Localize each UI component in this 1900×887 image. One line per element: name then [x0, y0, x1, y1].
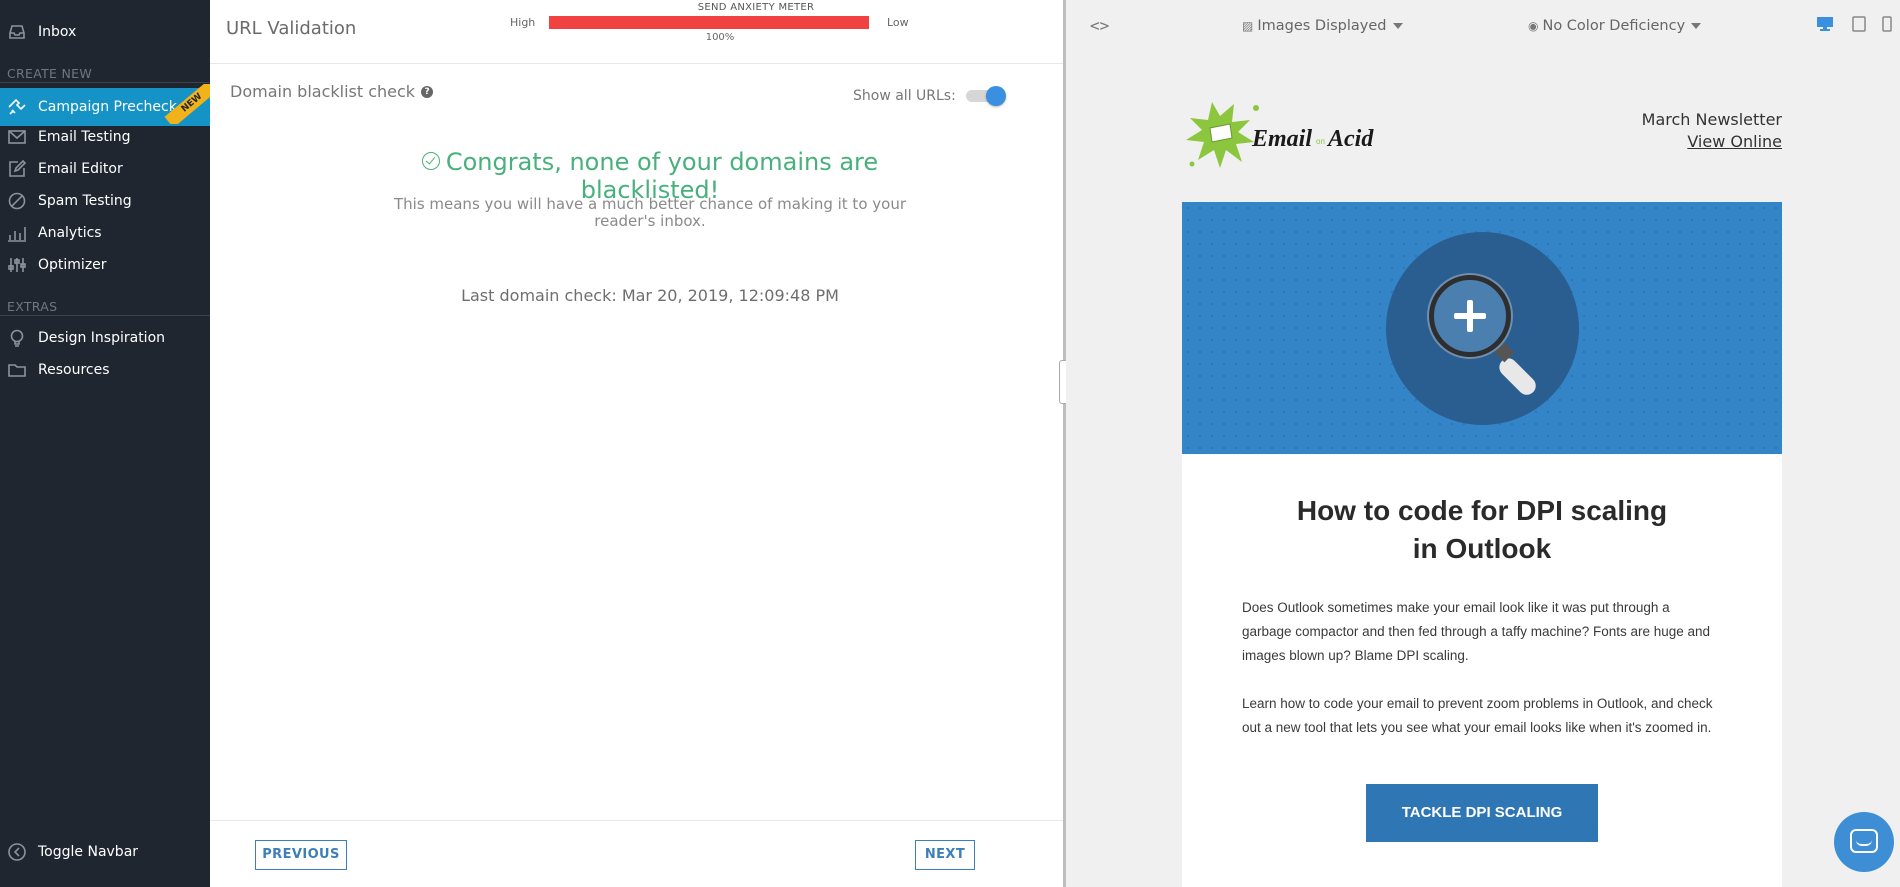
tablet-view-icon[interactable]: [1850, 16, 1868, 32]
svg-text:Acid: Acid: [1326, 126, 1374, 152]
email-body: Email on Acid March Newsletter View Onli…: [1182, 64, 1782, 887]
section-label-create: CREATE NEW: [7, 66, 93, 81]
code-view-icon[interactable]: <>: [1090, 16, 1109, 35]
sidebar-item-label: Design Inspiration: [38, 330, 166, 346]
last-domain-check: Last domain check: Mar 20, 2019, 12:09:4…: [461, 286, 839, 305]
sidebar-item-design-inspiration[interactable]: Design Inspiration: [0, 322, 210, 354]
domain-blacklist-check-title: Domain blacklist check ?: [230, 82, 434, 101]
newsletter-title: March Newsletter: [1641, 110, 1782, 129]
email-paragraph: Does Outlook sometimes make your email l…: [1242, 600, 1711, 663]
meter-low-label: Low: [887, 16, 909, 29]
desktop-view-icon[interactable]: [1816, 16, 1834, 32]
section-divider: [0, 315, 210, 316]
sidebar-item-label: Analytics: [38, 225, 102, 241]
magnifier-handle: [1495, 354, 1540, 399]
precheck-icon: [6, 97, 28, 117]
sliders-icon: [6, 255, 28, 275]
show-all-urls-label: Show all URLs:: [853, 88, 956, 104]
toggle-knob: [986, 86, 1006, 106]
sidebar-item-resources[interactable]: Resources: [0, 354, 210, 386]
help-icon[interactable]: ?: [421, 85, 434, 98]
eye-icon: ◉: [1528, 19, 1539, 33]
preview-toolbar: <> ▨ Images Displayed ◉ No Color Deficie…: [1066, 0, 1900, 54]
sidebar-item-label: Toggle Navbar: [38, 844, 139, 860]
mobile-view-icon[interactable]: [1878, 16, 1896, 32]
next-button[interactable]: NEXT: [915, 840, 975, 870]
panel-header: URL Validation SEND ANXIETY METER High L…: [210, 0, 1063, 64]
meter-percent: 100%: [705, 32, 735, 43]
sidebar: Inbox CREATE NEW Campaign Precheck NEW E…: [0, 0, 210, 887]
email-preview-panel: <> ▨ Images Displayed ◉ No Color Deficie…: [1066, 0, 1900, 887]
images-displayed-dropdown[interactable]: ▨ Images Displayed: [1242, 18, 1403, 34]
sidebar-item-label: Optimizer: [38, 257, 107, 273]
chat-launcher-icon[interactable]: [1834, 812, 1894, 872]
view-online-link[interactable]: View Online: [1687, 132, 1782, 151]
sidebar-item-label: Resources: [38, 362, 110, 378]
previous-button[interactable]: PREVIOUS: [255, 840, 347, 870]
image-icon: ▨: [1242, 19, 1254, 33]
folder-icon: [6, 360, 28, 380]
new-badge: NEW: [158, 84, 210, 124]
svg-text:on: on: [1316, 137, 1325, 146]
color-deficiency-dropdown[interactable]: ◉ No Color Deficiency: [1528, 18, 1702, 34]
sidebar-item-email-testing[interactable]: Email Testing: [0, 121, 210, 153]
tackle-dpi-scaling-button[interactable]: TACKLE DPI SCALING: [1366, 784, 1598, 842]
email-on-acid-logo: Email on Acid: [1182, 84, 1382, 184]
sidebar-item-optimizer[interactable]: Optimizer: [0, 249, 210, 281]
magnifier-zoom-icon: [1429, 275, 1511, 357]
meter-high-label: High: [510, 16, 536, 29]
send-anxiety-meter-bar: [549, 16, 869, 29]
hero-circle: [1386, 232, 1579, 425]
color-dropdown-value: No Color Deficiency: [1542, 18, 1686, 34]
email-headline: How to code for DPI scaling in Outlook: [1296, 495, 1668, 564]
section-label-extras: EXTRAS: [7, 299, 58, 314]
app-root: Inbox CREATE NEW Campaign Precheck NEW E…: [0, 0, 1900, 887]
sidebar-item-label: Campaign Precheck: [38, 99, 177, 115]
lightbulb-icon: [6, 328, 28, 348]
email-top-bar: Email on Acid March Newsletter View Onli…: [1182, 64, 1782, 202]
sidebar-item-label: Email Testing: [38, 129, 131, 145]
email-paragraph: Learn how to code your email to prevent …: [1242, 696, 1713, 735]
ban-icon: [6, 191, 28, 211]
footer-divider: [210, 820, 1063, 821]
caret-down-icon: [1691, 23, 1702, 29]
sidebar-item-label: Email Editor: [38, 161, 123, 177]
congrats-subtext: This means you will have a much better c…: [393, 195, 906, 230]
newsletter-header: March Newsletter View Online: [1642, 109, 1782, 153]
send-anxiety-meter-label: SEND ANXIETY METER: [697, 2, 815, 13]
sidebar-item-email-editor[interactable]: Email Editor: [0, 153, 210, 185]
section-divider: [0, 82, 210, 83]
check-circle-icon: [421, 152, 440, 170]
show-all-urls-toggle[interactable]: [966, 86, 1006, 106]
chevron-left-circle-icon: [6, 842, 28, 862]
sidebar-item-inbox[interactable]: Inbox: [0, 16, 210, 48]
toggle-navbar-button[interactable]: Toggle Navbar: [0, 836, 210, 868]
hero-banner: [1182, 202, 1782, 454]
images-dropdown-value: Images Displayed: [1257, 18, 1387, 34]
sidebar-item-label: Spam Testing: [38, 193, 132, 209]
sidebar-item-label: Inbox: [38, 24, 77, 40]
bar-chart-icon: [6, 223, 28, 243]
sidebar-item-spam-testing[interactable]: Spam Testing: [0, 185, 210, 217]
inbox-icon: [6, 22, 28, 42]
page-title: URL Validation: [226, 18, 357, 39]
caret-down-icon: [1392, 23, 1403, 29]
envelope-icon: [6, 127, 28, 147]
url-validation-panel: URL Validation SEND ANXIETY METER High L…: [210, 0, 1063, 887]
svg-text:Email: Email: [1251, 126, 1312, 152]
edit-icon: [6, 159, 28, 179]
sidebar-item-analytics[interactable]: Analytics: [0, 217, 210, 249]
check-title-text: Domain blacklist check: [230, 82, 416, 101]
